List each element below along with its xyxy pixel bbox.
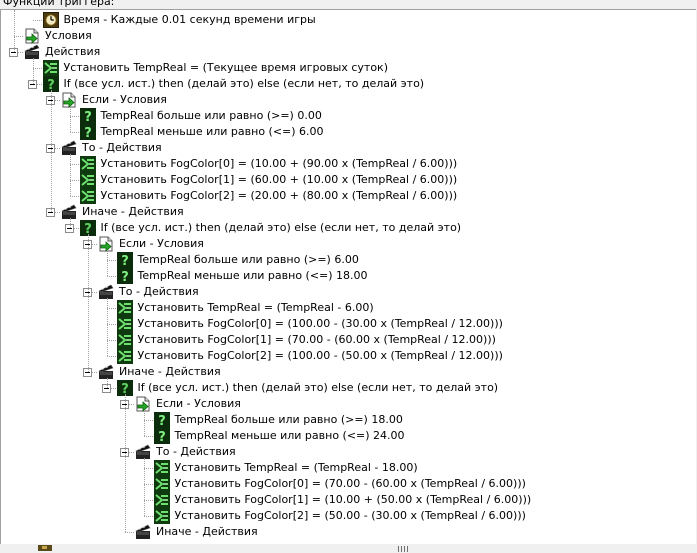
tree-node-label: Установить FogColor[0] = (10.00 + (90.00… bbox=[100, 157, 458, 170]
tree-node-label: If (все усл. ист.) then (делай это) else… bbox=[63, 77, 425, 90]
set-variable-icon bbox=[79, 172, 96, 188]
tree-node-label: TempReal больше или равно (>=) 18.00 bbox=[174, 413, 403, 426]
tree-connector bbox=[32, 58, 35, 84]
tree-node-label: TempReal меньше или равно (<=) 6.00 bbox=[100, 125, 324, 138]
svg-text:?: ? bbox=[84, 126, 92, 140]
tree-node-label: TempReal больше или равно (>=) 6.00 bbox=[137, 253, 359, 266]
tree-node-label: Время - Каждые 0.01 секунд времени игры bbox=[63, 13, 316, 26]
tree-node-label: Установить TempReal = (Текущее время игр… bbox=[63, 61, 389, 74]
tree-connector bbox=[14, 10, 16, 52]
tree-node-label: Установить TempReal = (TempReal - 6.00) bbox=[137, 301, 374, 314]
set-variable-icon bbox=[116, 348, 133, 364]
tree-connector bbox=[106, 276, 116, 278]
tree-connector bbox=[125, 532, 134, 534]
tree-connector bbox=[69, 106, 72, 132]
condition-icon: ? bbox=[116, 252, 133, 269]
next-item-peek bbox=[38, 544, 697, 553]
tree-node-label: То - Действия bbox=[119, 285, 199, 298]
bottom-splitter[interactable] bbox=[0, 544, 697, 553]
svg-text:?: ? bbox=[84, 110, 92, 124]
tree-node-label: Действия bbox=[45, 45, 101, 58]
condition-icon: ? bbox=[116, 268, 133, 285]
tree-node-label: TempReal меньше или равно (<=) 24.00 bbox=[174, 429, 405, 442]
svg-text:?: ? bbox=[121, 270, 129, 284]
tree-connector bbox=[143, 410, 146, 436]
tree-connector bbox=[106, 298, 109, 356]
trigger-tree-view[interactable]: Время - Каждые 0.01 секунд времени игры У… bbox=[0, 9, 696, 546]
set-variable-icon bbox=[116, 316, 133, 332]
tree-node-label: Установить FogColor[0] = (70.00 - (60.00… bbox=[174, 477, 526, 490]
tree-node-label: Установить FogColor[0] = (100.00 - (30.0… bbox=[137, 317, 503, 330]
set-variable-icon bbox=[153, 492, 170, 508]
condition-icon: ? bbox=[153, 428, 170, 445]
set-variable-icon bbox=[153, 476, 170, 492]
tree-connector bbox=[106, 356, 116, 358]
svg-text:?: ? bbox=[158, 414, 166, 428]
set-variable-icon bbox=[116, 300, 133, 316]
clipped-row-icons bbox=[38, 545, 52, 551]
set-variable-icon bbox=[42, 60, 59, 76]
tree-node-label: If (все усл. ист.) then (делай это) else… bbox=[137, 381, 499, 394]
tree-node-label: Иначе - Действия bbox=[82, 205, 184, 218]
tree-connector bbox=[106, 378, 109, 388]
set-variable-icon bbox=[153, 460, 170, 476]
trigger-functions-header: Функции триггера: bbox=[0, 0, 697, 9]
condition-icon: ? bbox=[79, 108, 96, 125]
tree-node-label: Установить FogColor[1] = (70.00 - (60.00… bbox=[137, 333, 496, 346]
tree-node-label: Если - Условия bbox=[156, 397, 241, 410]
conditions-icon bbox=[24, 28, 40, 44]
actions-icon bbox=[135, 524, 151, 540]
set-variable-icon bbox=[116, 332, 133, 348]
svg-text:?: ? bbox=[158, 430, 166, 444]
tree-connector bbox=[69, 218, 72, 228]
trigger-functions-label: Функции триггера: bbox=[3, 0, 115, 8]
tree-connector bbox=[32, 20, 42, 22]
tree-connector bbox=[88, 234, 90, 372]
tree-connector bbox=[69, 132, 79, 134]
tree-node-label: If (все усл. ист.) then (делай это) else… bbox=[100, 221, 462, 234]
set-variable-icon bbox=[153, 508, 170, 524]
tree-connector bbox=[143, 458, 146, 516]
tree-node-label: Установить FogColor[1] = (10.00 + (50.00… bbox=[174, 493, 532, 506]
tree-connector bbox=[143, 436, 153, 438]
tree-node-label: Если - Условия bbox=[82, 93, 167, 106]
condition-icon: ? bbox=[153, 412, 170, 429]
tree-node-label: Иначе - Действия bbox=[119, 365, 221, 378]
tree-connector bbox=[143, 516, 153, 518]
splitter-grip-icon[interactable] bbox=[398, 546, 408, 552]
tree-node-label: Установить FogColor[2] = (20.00 + (80.00… bbox=[100, 189, 458, 202]
timer-event-icon bbox=[42, 12, 59, 28]
tree-node-label: Установить TempReal = (TempReal - 18.00) bbox=[174, 461, 418, 474]
set-variable-icon bbox=[79, 156, 96, 172]
tree-connector bbox=[69, 154, 72, 196]
condition-icon: ? bbox=[79, 124, 96, 141]
tree-node-label: TempReal меньше или равно (<=) 18.00 bbox=[137, 269, 368, 282]
tree-connector bbox=[69, 196, 79, 198]
tree-connector bbox=[125, 394, 127, 532]
tree-node-label: Установить FogColor[1] = (60.00 + (10.00… bbox=[100, 173, 458, 186]
tree-connector bbox=[106, 250, 109, 276]
tree-connector bbox=[51, 90, 53, 212]
tree-node-label: То - Действия bbox=[156, 445, 236, 458]
tree-node-label: Условия bbox=[45, 29, 92, 42]
svg-text:?: ? bbox=[121, 254, 129, 268]
tree-node-label: Установить FogColor[2] = (100.00 - (50.0… bbox=[137, 349, 503, 362]
tree-node-label: То - Действия bbox=[82, 141, 162, 154]
tree-node-label: TempReal больше или равно (>=) 0.00 bbox=[100, 109, 322, 122]
tree-node-label: Установить FogColor[2] = (50.00 - (30.00… bbox=[174, 509, 526, 522]
tree-node-label: Иначе - Действия bbox=[156, 525, 258, 538]
set-variable-icon bbox=[79, 188, 96, 204]
tree-node-label: Если - Условия bbox=[119, 237, 204, 250]
